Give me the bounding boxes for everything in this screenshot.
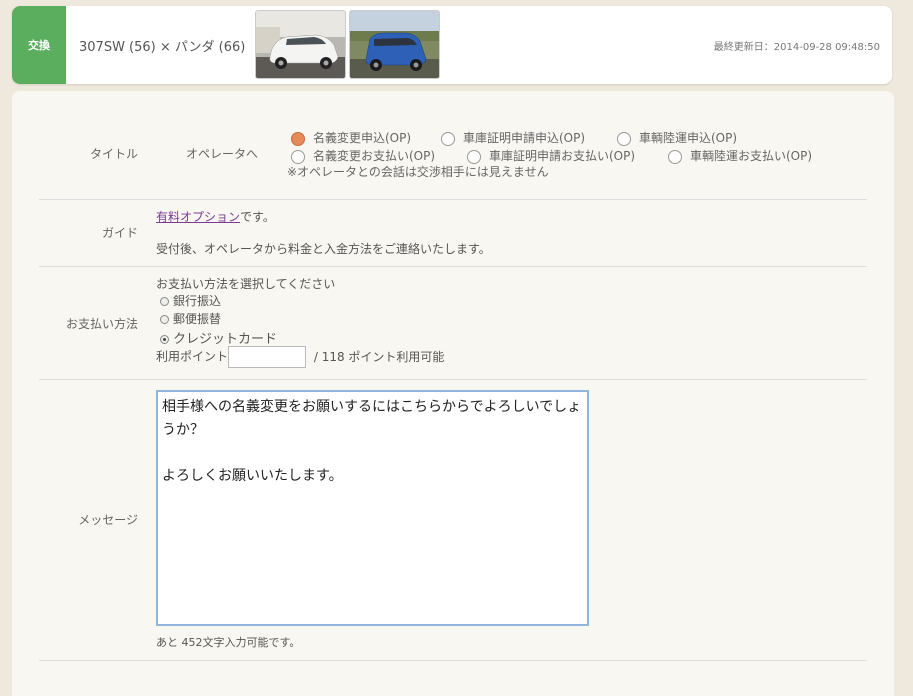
trade-header: 交換 307SW (56) × パンダ (66) 最終更新日：2014-09-2… [12,6,892,84]
option-name-change-pay[interactable]: 名義変更お支払い(OP) [291,147,435,164]
last-updated: 最終更新日：2014-09-28 09:48:50 [713,42,880,53]
trade-title[interactable]: 307SW (56) × パンダ (66) [79,36,245,55]
points-label: 利用ポイント [156,349,229,364]
radio-icon[interactable] [291,149,305,164]
paid-option-link[interactable]: 有料オプション [156,210,240,224]
points-input[interactable] [228,346,307,368]
guide-label: ガイド [101,226,138,240]
trade-type-badge: 交換 [12,6,66,84]
points-line: 利用ポイント / 118 ポイント利用可能 [156,346,444,368]
message-label: メッセージ [78,513,138,527]
payment-label: お支払い方法 [65,317,138,331]
radio-icon[interactable] [160,315,169,324]
payment-prompt: お支払い方法を選択してください [156,277,336,291]
option-garage-cert-apply[interactable]: 車庫証明申請申込(OP) [441,129,585,146]
operator-note: ※オペレータとの会話は交渉相手には見えません [287,165,549,179]
remaining-chars: あと 452文字入力可能です。 [156,636,301,649]
message-row: メッセージ 相手様への名義変更をお願いするにはこちらからでよろしいでしょうか？ … [39,380,867,661]
payment-option-postal[interactable]: 郵便振替 [160,310,221,327]
operator-form: タイトル オペレータへ 名義変更申込(OP) 車庫証明申請申込(OP) 車輌陸運… [12,91,894,696]
guide-row: ガイド 有料オプションです。 受付後、オペレータから料金と入金方法をご連絡いたし… [39,200,867,267]
car-photo-panda[interactable] [349,10,440,79]
payment-option-credit[interactable]: クレジットカード [160,328,277,347]
option-vehicle-transport-pay[interactable]: 車輌陸運お支払い(OP) [668,147,812,164]
option-garage-cert-pay[interactable]: 車庫証明申請お支払い(OP) [467,147,635,164]
operator-label: オペレータへ [186,147,259,161]
guide-text: 受付後、オペレータから料金と入金方法をご連絡いたします。 [156,242,491,256]
radio-icon[interactable] [467,149,481,164]
radio-icon[interactable] [617,131,631,146]
option-name-change-apply[interactable]: 名義変更申込(OP) [291,129,411,146]
car-photo-307sw[interactable] [255,10,346,79]
radio-checked-icon[interactable] [160,335,169,344]
radio-icon[interactable] [668,149,682,164]
payment-option-bank[interactable]: 銀行振込 [160,292,221,309]
option-vehicle-transport-apply[interactable]: 車輌陸運申込(OP) [617,129,737,146]
radio-icon[interactable] [441,131,455,146]
payment-row: お支払い方法 お支払い方法を選択してください 銀行振込 郵便振替 クレジットカー… [39,267,867,380]
radio-checked-icon[interactable] [291,131,305,146]
title-label: タイトル [89,147,138,161]
guide-intro: 有料オプションです。 [156,210,275,224]
message-textarea[interactable]: 相手様への名義変更をお願いするにはこちらからでよろしいでしょうか？ よろしくお願… [156,390,589,626]
radio-icon[interactable] [160,297,169,306]
points-available: / 118 ポイント利用可能 [313,349,445,364]
title-row: タイトル オペレータへ 名義変更申込(OP) 車庫証明申請申込(OP) 車輌陸運… [39,91,867,200]
